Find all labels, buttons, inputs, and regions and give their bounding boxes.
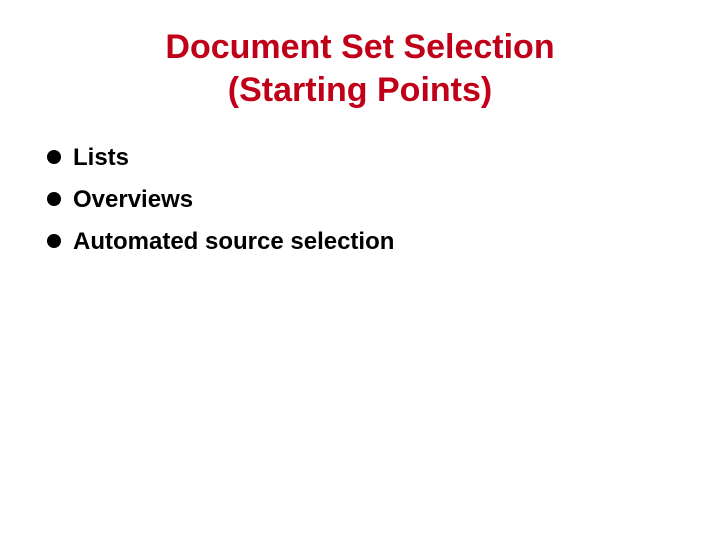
slide-title: Document Set Selection (Starting Points)	[45, 26, 675, 111]
list-item: Lists	[45, 143, 675, 173]
bullet-text: Lists	[73, 144, 129, 171]
title-line-2: (Starting Points)	[228, 71, 492, 109]
title-line-1: Document Set Selection	[165, 28, 554, 66]
bullet-text: Overviews	[73, 186, 193, 213]
bullet-list: Lists Overviews Automated source selecti…	[45, 143, 675, 257]
slide: Document Set Selection (Starting Points)…	[0, 0, 720, 540]
list-item: Overviews	[45, 185, 675, 215]
bullet-text: Automated source selection	[73, 228, 394, 255]
list-item: Automated source selection	[45, 227, 675, 257]
